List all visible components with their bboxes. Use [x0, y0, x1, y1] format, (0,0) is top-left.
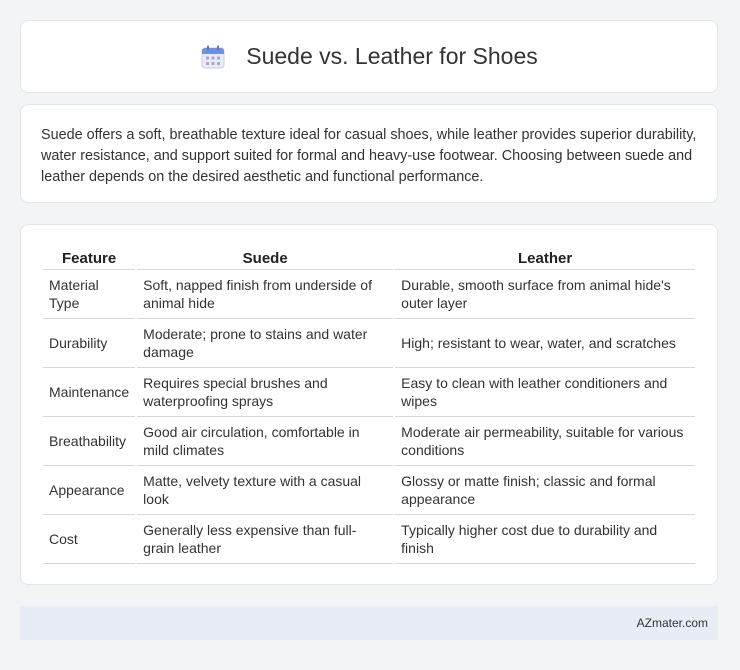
footer: AZmater.com: [20, 606, 718, 640]
table-row: Breathability Good air circulation, comf…: [43, 417, 695, 466]
page-title: Suede vs. Leather for Shoes: [246, 43, 538, 69]
row-leather: Durable, smooth surface from animal hide…: [395, 270, 695, 319]
row-suede: Requires special brushes and waterproofi…: [137, 368, 394, 417]
row-suede: Moderate; prone to stains and water dama…: [137, 319, 394, 368]
row-leather: Typically higher cost due to durability …: [395, 515, 695, 564]
table-row: Appearance Matte, velvety texture with a…: [43, 466, 695, 515]
row-leather: High; resistant to wear, water, and scra…: [395, 319, 695, 368]
table-row: Durability Moderate; prone to stains and…: [43, 319, 695, 368]
intro-paragraph: Suede offers a soft, breathable texture …: [41, 127, 697, 185]
row-feature: Maintenance: [43, 368, 136, 417]
comparison-table: Feature Suede Leather Material Type Soft…: [41, 247, 697, 564]
calendar-icon: [200, 44, 226, 70]
row-feature: Durability: [43, 319, 136, 368]
header-feature: Feature: [43, 247, 136, 270]
row-leather: Glossy or matte finish; classic and form…: [395, 466, 695, 515]
row-suede: Matte, velvety texture with a casual loo…: [137, 466, 394, 515]
row-feature: Breathability: [43, 417, 136, 466]
row-feature: Appearance: [43, 466, 136, 515]
intro-card: Suede offers a soft, breathable texture …: [20, 104, 718, 203]
row-suede: Soft, napped finish from underside of an…: [137, 270, 394, 319]
table-row: Material Type Soft, napped finish from u…: [43, 270, 695, 319]
table-header-row: Feature Suede Leather: [43, 247, 695, 270]
header-suede: Suede: [137, 247, 394, 270]
table-row: Maintenance Requires special brushes and…: [43, 368, 695, 417]
row-leather: Easy to clean with leather conditioners …: [395, 368, 695, 417]
row-suede: Good air circulation, comfortable in mil…: [137, 417, 394, 466]
row-feature: Material Type: [43, 270, 136, 319]
comparison-card: Feature Suede Leather Material Type Soft…: [20, 224, 718, 585]
table-row: Cost Generally less expensive than full-…: [43, 515, 695, 564]
title-card: Suede vs. Leather for Shoes: [20, 20, 718, 93]
row-suede: Generally less expensive than full-grain…: [137, 515, 394, 564]
header-leather: Leather: [395, 247, 695, 270]
footer-site-link[interactable]: AZmater.com: [637, 616, 708, 630]
row-feature: Cost: [43, 515, 136, 564]
title-wrap: Suede vs. Leather for Shoes: [200, 43, 538, 70]
row-leather: Moderate air permeability, suitable for …: [395, 417, 695, 466]
